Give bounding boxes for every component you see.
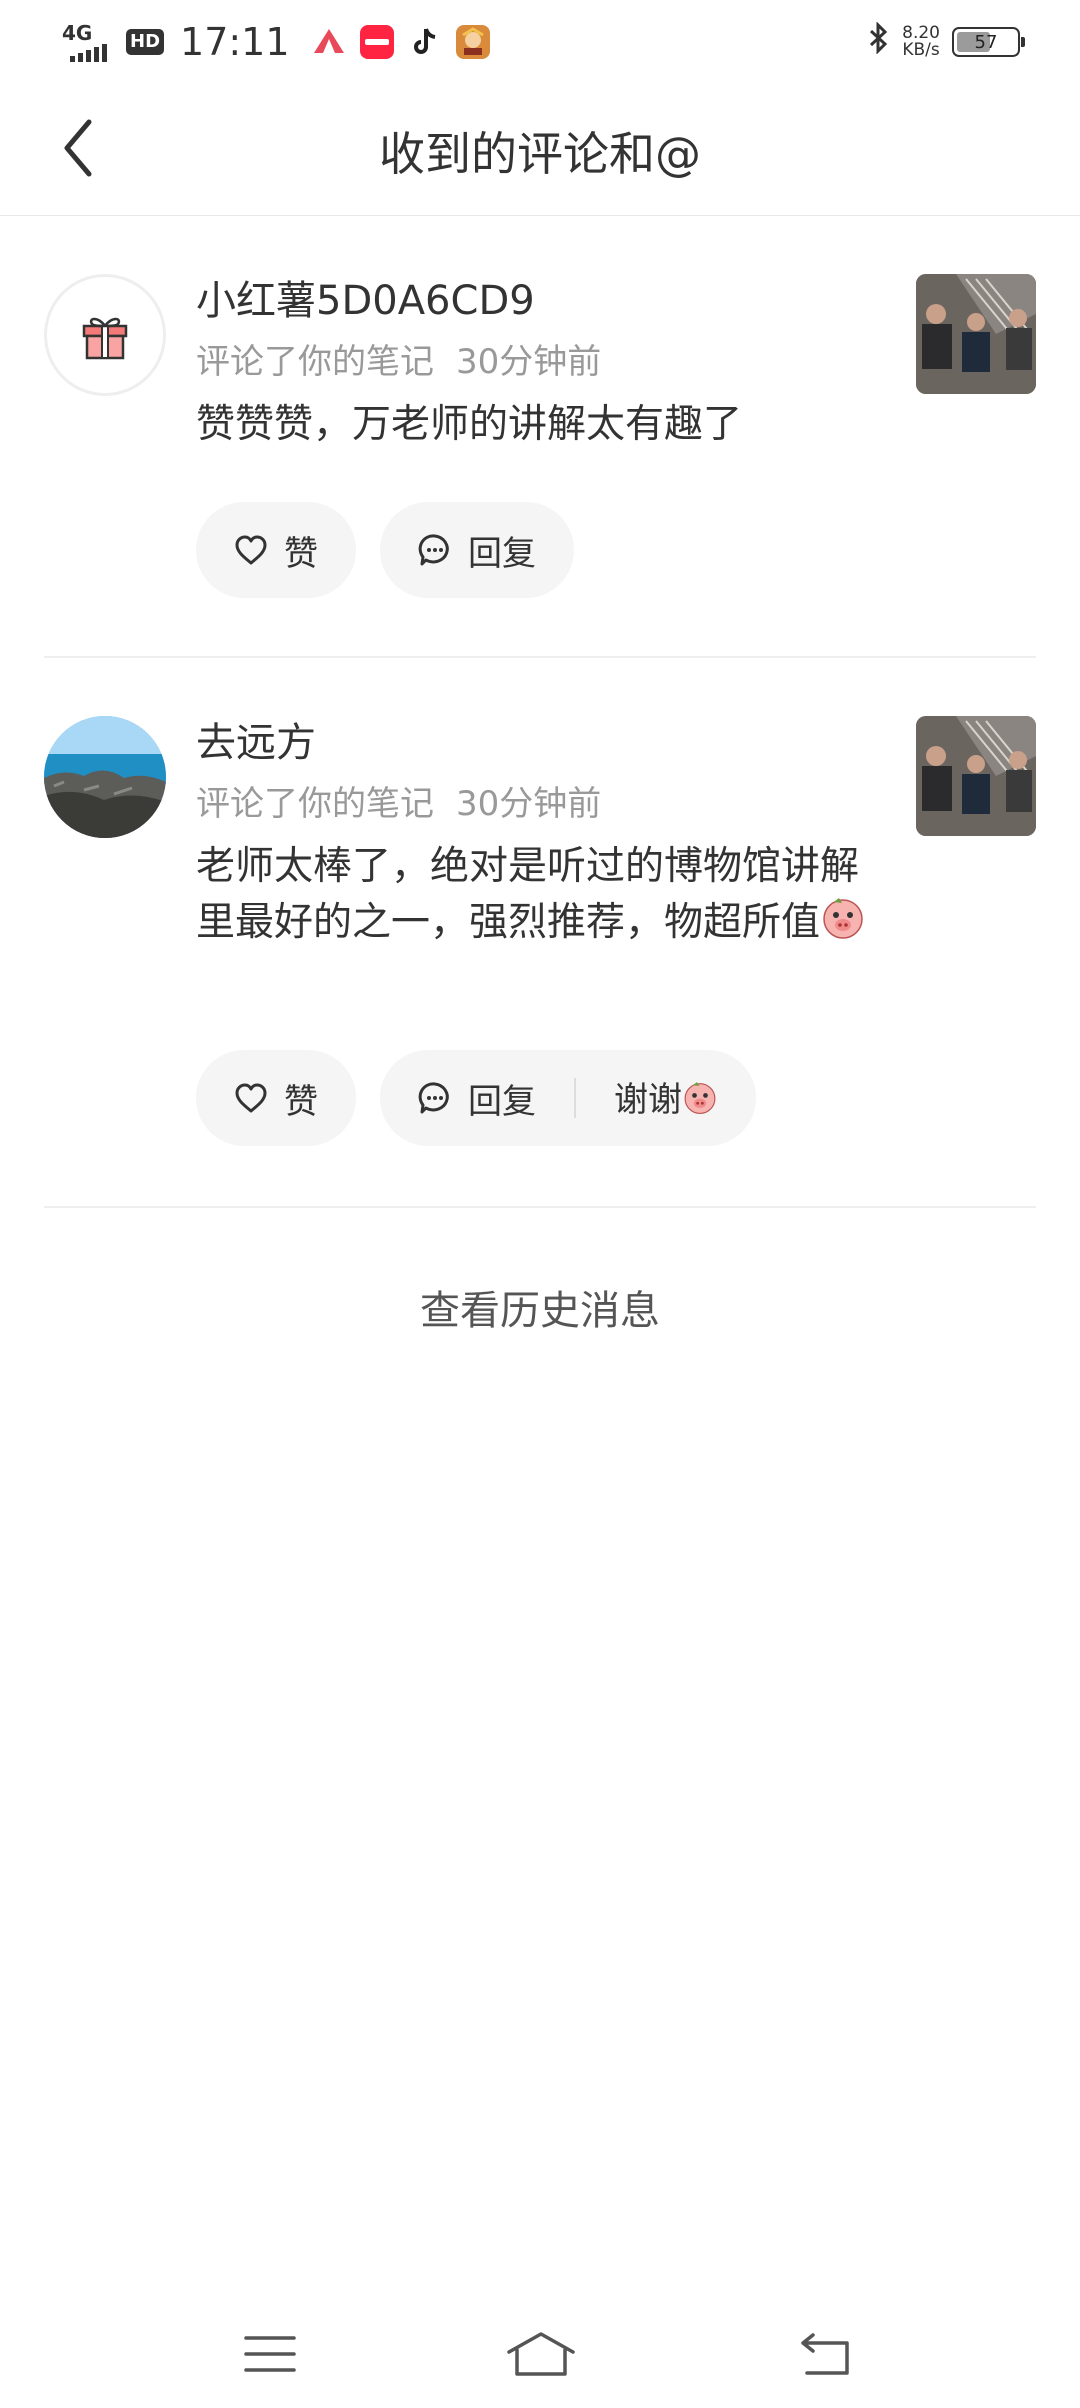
reply-button[interactable]: 回复 [380, 502, 574, 598]
reply-button[interactable]: 回复 [468, 1074, 536, 1123]
avatar[interactable] [44, 274, 166, 396]
game-app-icon [455, 25, 490, 59]
comment-bubble-icon [418, 533, 452, 567]
divider [44, 1206, 1036, 1208]
note-thumbnail[interactable] [916, 716, 1036, 836]
home-icon [507, 2332, 575, 2376]
separator [574, 1078, 576, 1118]
menu-icon [244, 2336, 296, 2372]
view-history-link[interactable]: 查看历史消息 [0, 1278, 1080, 1336]
comment-meta: 评论了你的笔记 30分钟前 [196, 784, 602, 824]
tiktok-app-icon [407, 25, 442, 59]
back-arrow-icon [801, 2333, 849, 2375]
gift-icon [82, 317, 128, 360]
comment-username[interactable]: 去远方 [196, 718, 886, 768]
heart-icon [234, 1083, 268, 1113]
note-thumbnail-image [916, 716, 1036, 836]
comment-text: 老师太棒了，绝对是听过的博物馆讲解里最好的之一，强烈推荐，物超所值 [196, 840, 886, 955]
note-thumbnail-image [916, 274, 1036, 394]
pig-emoji-icon [820, 894, 866, 955]
signal-indicator: 4G [62, 22, 112, 62]
page-title: 收到的评论和@ [379, 127, 701, 181]
status-bar: 4G HD 17:11 8.20 KB/s 57 [0, 0, 1080, 80]
note-thumbnail[interactable] [916, 274, 1036, 394]
comment-bubble-icon [418, 1081, 452, 1115]
back-nav-button[interactable] [794, 2324, 858, 2384]
system-nav-bar [0, 2298, 1080, 2408]
home-button[interactable] [504, 2324, 578, 2384]
comment-item[interactable]: 小红薯5D0A6CD9 评论了你的笔记 30分钟前 赞赞赞，万老师的讲解太有趣了 … [44, 274, 1036, 614]
status-time: 17:11 [180, 20, 290, 64]
menu-button[interactable] [238, 2324, 302, 2384]
comment-meta: 评论了你的笔记 30分钟前 [196, 342, 602, 382]
avatar-landscape-image [44, 716, 166, 838]
battery-indicator: 57 [952, 27, 1025, 57]
like-button[interactable]: 赞 [196, 502, 356, 598]
like-button[interactable]: 赞 [196, 1050, 356, 1146]
pig-emoji-icon [682, 1079, 718, 1124]
quick-reply-button[interactable]: 谢谢 [614, 1072, 718, 1124]
bluetooth-icon [868, 21, 890, 62]
avatar[interactable] [44, 716, 166, 838]
xiaohongshu-app-icon [359, 25, 394, 59]
net-speed: 8.20 KB/s [902, 23, 940, 60]
hd-badge: HD [126, 29, 165, 55]
heart-icon [234, 535, 268, 565]
comment-username[interactable]: 小红薯5D0A6CD9 [196, 276, 886, 326]
divider [44, 656, 1036, 658]
comment-item[interactable]: 去远方 评论了你的笔记 30分钟前 老师太棒了，绝对是听过的博物馆讲解里最好的之一… [44, 716, 1036, 1156]
page-header: 收到的评论和@ [0, 80, 1080, 216]
camping-app-icon [311, 25, 346, 59]
reply-group: 回复 谢谢 [380, 1050, 756, 1146]
comment-text: 赞赞赞，万老师的讲解太有趣了 [196, 402, 743, 447]
